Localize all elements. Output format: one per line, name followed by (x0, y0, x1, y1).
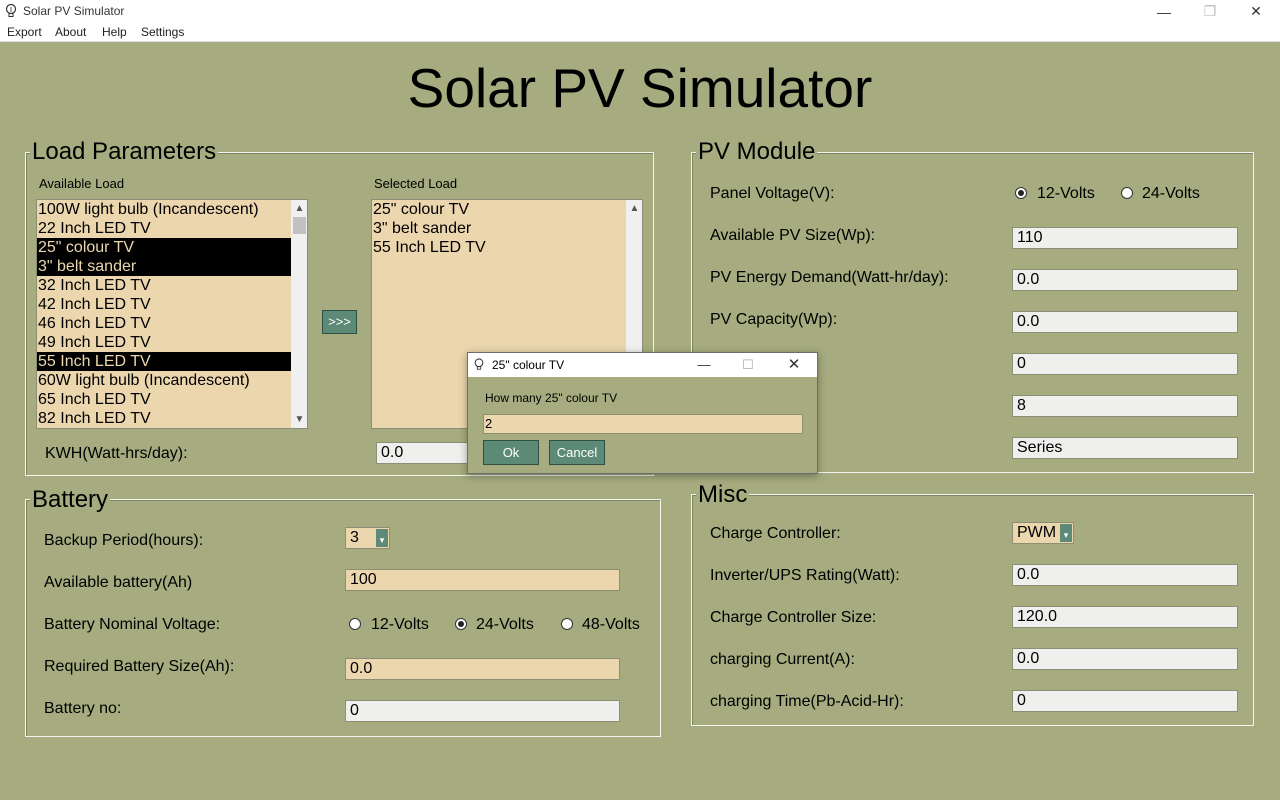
battery-48v-radio[interactable] (561, 618, 573, 630)
pv-size-label: Available PV Size(Wp): (710, 227, 876, 244)
required-battery-label: Required Battery Size(Ah): (44, 658, 235, 675)
list-item[interactable]: 55 Inch LED TV (372, 238, 626, 257)
misc-label: Misc (696, 481, 750, 509)
battery-voltage-label: Battery Nominal Voltage: (44, 616, 221, 633)
battery-12v-radio[interactable] (349, 618, 361, 630)
chevron-down-icon[interactable]: ▾ (376, 529, 388, 547)
menu-help[interactable]: Help (102, 25, 127, 39)
dialog-titlebar: 25" colour TV — ☐ ✕ (468, 353, 817, 377)
list-item[interactable]: 55 Inch LED TV (37, 352, 291, 371)
dialog-maximize-button[interactable]: ☐ (733, 355, 763, 375)
window-title: Solar PV Simulator (23, 4, 125, 18)
battery-count-label: Battery no: (44, 700, 122, 717)
menu-bar: Export About Help Settings (0, 23, 1280, 42)
list-item[interactable]: 60W light bulb (Incandescent) (37, 371, 291, 390)
battery-24v-radio[interactable] (455, 618, 467, 630)
scroll-up-icon[interactable]: ▲ (626, 200, 642, 217)
inverter-rating-label: Inverter/UPS Rating(Watt): (710, 567, 900, 584)
dialog-prompt: How many 25" colour TV (485, 391, 618, 405)
quantity-dialog: 25" colour TV — ☐ ✕ How many 25" colour … (467, 352, 818, 474)
panel-24v-label[interactable]: 24-Volts (1142, 185, 1200, 203)
backup-period-spinner[interactable]: 3 ▾ (345, 527, 390, 549)
list-item[interactable]: 25" colour TV (372, 200, 626, 219)
kwh-label: KWH(Watt-hrs/day): (45, 445, 188, 462)
charging-current-field[interactable]: 0.0 (1012, 648, 1238, 670)
panel-12v-radio[interactable] (1015, 187, 1027, 199)
charge-controller-value: PWM (1017, 524, 1057, 541)
battery-label: Battery (30, 486, 111, 514)
scroll-down-icon[interactable]: ▼ (291, 411, 307, 428)
load-parameters-label: Load Parameters (30, 138, 219, 166)
list-item[interactable]: 100W light bulb (Incandescent) (37, 200, 291, 219)
pv-capacity-field[interactable]: 0.0 (1012, 311, 1238, 333)
charging-time-label: charging Time(Pb-Acid-Hr): (710, 693, 904, 710)
available-load-label: Available Load (39, 176, 125, 191)
lightbulb-icon (474, 358, 484, 370)
list-item[interactable]: 3" belt sander (372, 219, 626, 238)
backup-period-value: 3 (350, 529, 359, 546)
pv-capacity-label: PV Capacity(Wp): (710, 311, 838, 328)
ok-button[interactable]: Ok (483, 440, 539, 465)
backup-period-label: Backup Period(hours): (44, 532, 204, 549)
kwh-field[interactable]: 0.0 (376, 442, 476, 464)
available-battery-field[interactable]: 100 (345, 569, 620, 591)
add-load-button[interactable]: >>> (322, 310, 357, 334)
list-item[interactable]: 65 Inch LED TV (37, 390, 291, 409)
quantity-input[interactable]: 2 (483, 414, 803, 434)
available-load-scrollbar[interactable]: ▲ ▼ (291, 200, 307, 428)
panel-12v-label[interactable]: 12-Volts (1037, 185, 1095, 203)
chevron-down-icon[interactable]: ▾ (1060, 524, 1072, 542)
list-item[interactable]: 46 Inch LED TV (37, 314, 291, 333)
available-load-list[interactable]: 100W light bulb (Incandescent) 22 Inch LE… (36, 199, 308, 429)
lightbulb-icon (5, 3, 17, 17)
available-battery-label: Available battery(Ah) (44, 574, 193, 591)
minimize-button[interactable]: — (1141, 0, 1187, 23)
controller-size-field[interactable]: 120.0 (1012, 606, 1238, 628)
window-titlebar: Solar PV Simulator — ❐ ✕ (0, 0, 1280, 23)
charge-controller-label: Charge Controller: (710, 525, 841, 542)
dialog-title: 25" colour TV (492, 358, 565, 372)
dialog-minimize-button[interactable]: — (689, 355, 719, 375)
pv-field-5[interactable]: 0 (1012, 353, 1238, 375)
page-title: Solar PV Simulator (407, 57, 873, 119)
battery-48v-label[interactable]: 48-Volts (582, 616, 640, 634)
list-item[interactable]: 22 Inch LED TV (37, 219, 291, 238)
inverter-rating-field[interactable]: 0.0 (1012, 564, 1238, 586)
menu-about[interactable]: About (55, 25, 86, 39)
battery-12v-label[interactable]: 12-Volts (371, 616, 429, 634)
pv-demand-field[interactable]: 0.0 (1012, 269, 1238, 291)
close-button[interactable]: ✕ (1233, 0, 1279, 23)
charging-time-field[interactable]: 0 (1012, 690, 1238, 712)
pv-demand-label: PV Energy Demand(Watt-hr/day): (710, 269, 949, 286)
maximize-button[interactable]: ❐ (1187, 0, 1233, 23)
list-item[interactable]: 49 Inch LED TV (37, 333, 291, 352)
battery-24v-label[interactable]: 24-Volts (476, 616, 534, 634)
list-item[interactable]: 3" belt sander (37, 257, 291, 276)
menu-settings[interactable]: Settings (141, 25, 184, 39)
list-item[interactable]: 42 Inch LED TV (37, 295, 291, 314)
panel-24v-radio[interactable] (1121, 187, 1133, 199)
selected-load-label: Selected Load (374, 176, 458, 191)
menu-export[interactable]: Export (7, 25, 42, 39)
controller-size-label: Charge Controller Size: (710, 609, 877, 626)
charging-current-label: charging Current(A): (710, 651, 855, 668)
scroll-thumb[interactable] (293, 217, 306, 234)
list-item[interactable]: 32 Inch LED TV (37, 276, 291, 295)
scroll-up-icon[interactable]: ▲ (291, 200, 307, 217)
battery-count-field[interactable]: 0 (345, 700, 620, 722)
pv-field-7[interactable]: Series (1012, 437, 1238, 459)
required-battery-field[interactable]: 0.0 (345, 658, 620, 680)
pv-module-label: PV Module (696, 138, 818, 166)
charge-controller-select[interactable]: PWM ▾ (1012, 522, 1074, 544)
dialog-close-button[interactable]: ✕ (779, 355, 809, 375)
cancel-button[interactable]: Cancel (549, 440, 605, 465)
pv-field-6[interactable]: 8 (1012, 395, 1238, 417)
panel-voltage-label: Panel Voltage(V): (710, 185, 835, 202)
list-item[interactable]: 82 Inch LED TV (37, 409, 291, 428)
list-item[interactable]: 25" colour TV (37, 238, 291, 257)
pv-size-field[interactable]: 110 (1012, 227, 1238, 249)
